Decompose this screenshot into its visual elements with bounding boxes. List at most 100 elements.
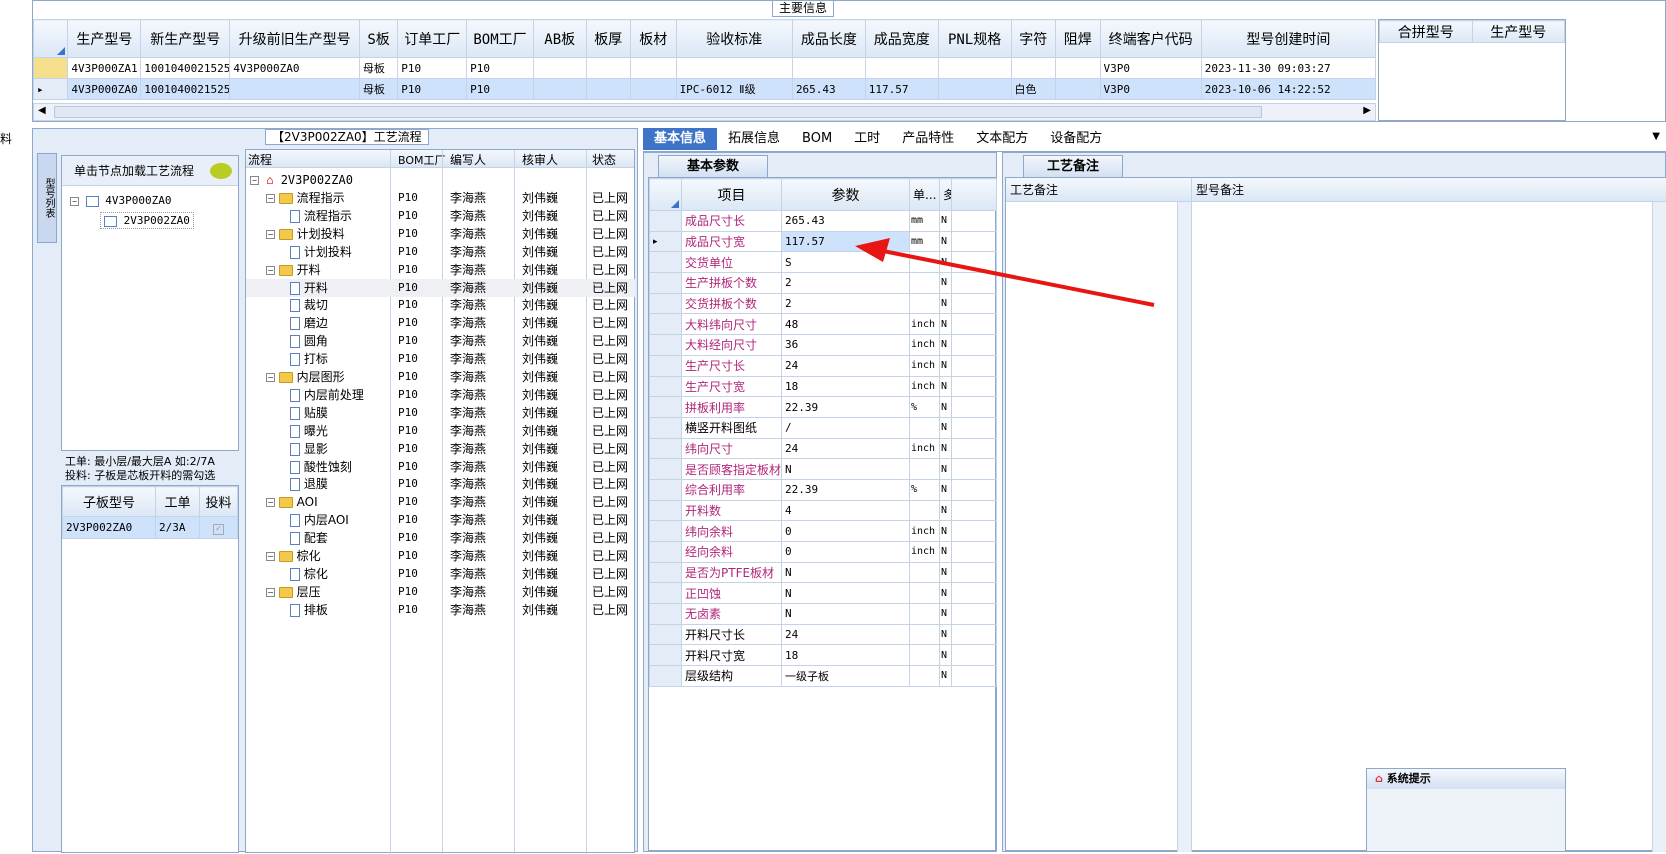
model-list-vtab[interactable]: 型号列表	[37, 153, 57, 243]
process-notes-column[interactable]: 工艺备注	[1006, 178, 1192, 852]
param-row[interactable]: 成品尺寸长 265.43 mm N	[649, 210, 997, 232]
main-cell[interactable]	[532, 78, 587, 100]
param-flag[interactable]: N	[939, 210, 952, 232]
param-name[interactable]: 交货单位	[681, 251, 782, 274]
grid-corner[interactable]	[33, 19, 69, 58]
param-corner[interactable]	[649, 178, 682, 211]
main-cell[interactable]	[1055, 78, 1101, 100]
row-selector[interactable]	[649, 396, 682, 418]
param-row[interactable]: 是否为PTFE板材 N N	[649, 561, 997, 584]
row-selector[interactable]	[649, 541, 682, 563]
main-cell[interactable]: 4V3P000ZA0	[229, 57, 360, 79]
param-row[interactable]: 大料经向尺寸 36 inch N	[649, 334, 997, 356]
sub-col-order[interactable]: 工单	[155, 486, 200, 517]
param-row[interactable]: 交货单位 S N	[649, 251, 997, 274]
param-value[interactable]: 48	[781, 313, 910, 336]
col-status[interactable]: 状态	[592, 151, 616, 168]
main-col-header[interactable]: 成品宽度	[864, 19, 939, 58]
param-value[interactable]: 117.57	[781, 230, 910, 253]
main-row[interactable]: 4V3P000ZA1 10010400215254 4V3P000ZA0 母板 P10 P…	[33, 57, 1376, 79]
main-cell[interactable]: P10	[397, 57, 468, 79]
param-row[interactable]: 无卤素 N N	[649, 603, 997, 625]
sub-col-feed[interactable]: 投料	[199, 486, 238, 517]
param-value[interactable]: 一级子板	[781, 665, 910, 687]
param-name[interactable]: 是否为PTFE板材	[681, 561, 782, 584]
system-prompt-title[interactable]: ⌂ 系统提示	[1367, 769, 1565, 789]
param-col-header[interactable]: 项目	[681, 178, 782, 211]
param-flag[interactable]: N	[939, 561, 952, 584]
row-selector[interactable]: ▸	[649, 230, 682, 253]
tree-item[interactable]: 打标 P10 李海燕 刘伟巍 已上网	[246, 350, 635, 368]
param-name[interactable]: 经向余料	[681, 541, 782, 563]
param-flag[interactable]: N	[939, 623, 952, 646]
param-unit[interactable]: %	[909, 396, 940, 418]
main-cell[interactable]	[1010, 57, 1057, 79]
param-unit[interactable]: inch	[909, 354, 940, 377]
tree-item[interactable]: 内层AOI P10 李海燕 刘伟巍 已上网	[246, 511, 635, 529]
main-cell[interactable]	[675, 57, 793, 79]
tree-item[interactable]: − 层压 P10 李海燕 刘伟巍 已上网	[246, 583, 635, 601]
main-col-header[interactable]: 订单工厂	[397, 19, 468, 58]
param-unit[interactable]	[909, 665, 940, 687]
param-flag[interactable]: N	[939, 375, 952, 398]
param-unit[interactable]: inch	[909, 375, 940, 398]
param-name[interactable]: 纬向余料	[681, 520, 782, 542]
param-value[interactable]: N	[781, 458, 910, 480]
row-selector[interactable]	[649, 313, 682, 336]
param-value[interactable]: 24	[781, 437, 910, 460]
param-name[interactable]: 生产拼板个数	[681, 272, 782, 294]
tree-item[interactable]: 配套 P10 李海燕 刘伟巍 已上网	[246, 529, 635, 547]
param-unit[interactable]: inch	[909, 437, 940, 460]
row-selector[interactable]	[649, 520, 682, 542]
param-unit[interactable]	[909, 272, 940, 294]
tree-item[interactable]: 裁切 P10 李海燕 刘伟巍 已上网	[246, 296, 635, 314]
param-name[interactable]: 生产尺寸宽	[681, 375, 782, 398]
param-flag[interactable]: N	[939, 603, 952, 625]
param-row[interactable]: 开料尺寸宽 18 N	[649, 644, 997, 667]
main-col-header[interactable]: 验收标准	[675, 19, 793, 58]
main-cell[interactable]	[229, 78, 360, 100]
tree-item[interactable]: 排板 P10 李海燕 刘伟巍 已上网	[246, 601, 635, 619]
main-cell[interactable]	[532, 57, 587, 79]
main-cell[interactable]: 母板	[358, 57, 399, 79]
param-row[interactable]: 层级结构 一级子板 N	[649, 665, 997, 687]
param-unit[interactable]	[909, 458, 940, 480]
tree-item[interactable]: 退膜 P10 李海燕 刘伟巍 已上网	[246, 475, 635, 493]
tab-1[interactable]: 拓展信息	[717, 128, 791, 150]
main-cell[interactable]	[630, 57, 677, 79]
main-cell[interactable]: P10	[466, 78, 534, 100]
scrollbar-thumb[interactable]	[54, 106, 1262, 118]
param-value[interactable]: 0	[781, 520, 910, 542]
param-flag[interactable]: N	[939, 458, 952, 480]
param-name[interactable]: 拼板利用率	[681, 396, 782, 418]
param-flag[interactable]: N	[939, 416, 952, 439]
param-value[interactable]: /	[781, 416, 910, 439]
param-unit[interactable]	[909, 292, 940, 315]
param-unit[interactable]: inch	[909, 334, 940, 356]
speech-bubble-icon[interactable]	[210, 163, 232, 179]
param-flag[interactable]: N	[939, 251, 952, 274]
main-cell[interactable]: 2023-10-06 14:22:52	[1200, 78, 1376, 100]
main-cell[interactable]: 白色	[1010, 78, 1057, 100]
merge-col-2[interactable]: 生产型号	[1471, 20, 1565, 43]
param-flag[interactable]: N	[939, 437, 952, 460]
param-flag[interactable]: N	[939, 354, 952, 377]
main-cell[interactable]: P10	[466, 57, 534, 79]
param-name[interactable]: 开料尺寸宽	[681, 644, 782, 667]
main-cell[interactable]: P10	[397, 78, 468, 100]
tab-5[interactable]: 文本配方	[965, 128, 1039, 150]
main-cell[interactable]: IPC-6012 Ⅱ级	[675, 78, 793, 100]
main-cell[interactable]	[585, 57, 632, 79]
param-unit[interactable]	[909, 561, 940, 584]
tree-item[interactable]: − 计划投料 P10 李海燕 刘伟巍 已上网	[246, 225, 635, 243]
param-unit[interactable]	[909, 251, 940, 274]
tree-item[interactable]: − AOI P10 李海燕 刘伟巍 已上网	[246, 493, 635, 511]
main-col-header[interactable]: BOM工厂	[466, 19, 534, 58]
col-flow[interactable]: 流程	[248, 151, 272, 168]
param-unit[interactable]: inch	[909, 541, 940, 563]
main-cell[interactable]	[630, 78, 677, 100]
main-col-header[interactable]: 新生产型号	[140, 19, 231, 58]
tab-3[interactable]: 工时	[843, 128, 891, 150]
main-row[interactable]: ▸ 4V3P000ZA0 10010400215254 母板 P10 P10 IPC-601…	[33, 78, 1376, 100]
main-col-header[interactable]: 字符	[1010, 19, 1057, 58]
